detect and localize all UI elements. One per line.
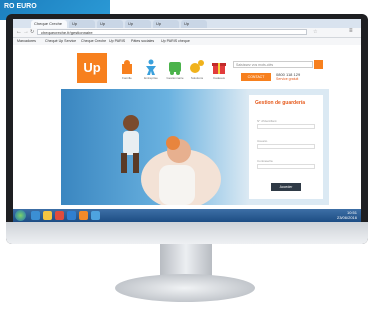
back-icon[interactable]: ← — [16, 29, 22, 35]
bookmark-item[interactable]: Marcadores — [17, 38, 36, 45]
field-label: Usuario — [257, 139, 268, 143]
identifier-input[interactable] — [257, 124, 315, 129]
corner-text: RO EURO — [4, 3, 37, 10]
nav-label[interactable]: Solutions — [185, 76, 209, 80]
site-logo[interactable]: Up — [77, 53, 107, 83]
hero-banner: Gestion de guardería N° d'Identifiant Us… — [61, 89, 329, 205]
monitor: Cheque Creche Up Up Up Up Up ← → ↻ chequ… — [6, 14, 368, 244]
bookmark-item[interactable]: Up PARIS cheque — [161, 38, 190, 45]
tab-active[interactable]: Cheque Creche — [31, 20, 67, 28]
phone-number: 0800 118 129 Service gratuit — [276, 72, 300, 81]
nav-gestionnaire-icon[interactable] — [167, 59, 183, 75]
password-input[interactable] — [257, 164, 315, 169]
tab[interactable]: Up — [153, 20, 179, 28]
tab[interactable]: Up — [125, 20, 151, 28]
address-bar-row: ← → ↻ chequecreche.fr/gestionnaire ☆ ≡ — [13, 28, 361, 38]
nav-label[interactable]: Famille — [115, 76, 139, 80]
media-icon[interactable] — [55, 211, 64, 220]
bookmarks-bar: Marcadores Chequé Up Service Cheque Crec… — [13, 38, 361, 45]
screen: Cheque Creche Up Up Up Up Up ← → ↻ chequ… — [13, 19, 361, 222]
clock-date: 23/06/2016 — [336, 214, 357, 220]
star-icon[interactable]: ☆ — [313, 29, 317, 35]
search-input[interactable]: Saisissez vos mots-clés — [233, 61, 313, 68]
forward-icon[interactable]: → — [23, 29, 29, 35]
bookmark-item[interactable]: Up PARIS — [109, 38, 125, 45]
tab[interactable]: Up — [69, 20, 95, 28]
monitor-chin — [6, 222, 368, 244]
chrome-icon[interactable] — [91, 211, 100, 220]
bookmark-item[interactable]: Pâtes sociales — [131, 38, 154, 45]
nav-label[interactable]: Cadeaux — [207, 76, 231, 80]
login-form: Gestion de guardería N° d'Identifiant Us… — [249, 95, 323, 199]
monitor-stand — [160, 244, 212, 278]
ie-icon[interactable] — [31, 211, 40, 220]
taskbar: 10:51 23/06/2016 — [13, 209, 361, 222]
app-icon[interactable] — [79, 211, 88, 220]
tab[interactable]: Up — [181, 20, 207, 28]
submit-button[interactable]: Acceder — [271, 183, 301, 191]
nav-label[interactable]: Gestionnaire — [163, 76, 187, 80]
site-header: Up Famille Entreprise Gestionnaire Solut… — [61, 51, 329, 91]
word-icon[interactable] — [67, 211, 76, 220]
start-button[interactable] — [15, 210, 26, 221]
hero-photo — [121, 115, 221, 205]
nav-solutions-icon[interactable] — [189, 59, 205, 75]
phone-sub: Service gratuit — [276, 77, 299, 81]
nav-cadeaux-icon[interactable] — [211, 59, 227, 75]
username-input[interactable] — [257, 144, 315, 149]
bookmark-item[interactable]: Chequé Up Service — [45, 38, 76, 45]
system-clock[interactable]: 10:51 23/06/2016 — [336, 210, 357, 220]
contact-button[interactable]: CONTACT — [241, 73, 271, 81]
nav-label[interactable]: Entreprise — [139, 76, 163, 80]
field-label: Contraseña — [257, 159, 273, 163]
form-title: Gestion de guardería — [255, 100, 306, 106]
url-input[interactable]: chequecreche.fr/gestionnaire — [37, 29, 307, 35]
tab[interactable]: Up — [97, 20, 123, 28]
reload-icon[interactable]: ↻ — [30, 29, 34, 35]
folder-icon[interactable] — [43, 211, 52, 220]
tab-bar: Cheque Creche Up Up Up Up Up — [13, 19, 361, 28]
bookmark-item[interactable]: Cheque Creche — [81, 38, 106, 45]
search-button[interactable] — [314, 60, 323, 69]
monitor-base — [115, 274, 255, 302]
field-label: N° d'Identifiant — [257, 119, 277, 123]
menu-icon[interactable]: ≡ — [349, 28, 353, 34]
nav-entreprise-icon[interactable] — [143, 59, 159, 75]
web-page: Up Famille Entreprise Gestionnaire Solut… — [13, 45, 361, 209]
nav-famille-icon[interactable] — [119, 59, 135, 75]
